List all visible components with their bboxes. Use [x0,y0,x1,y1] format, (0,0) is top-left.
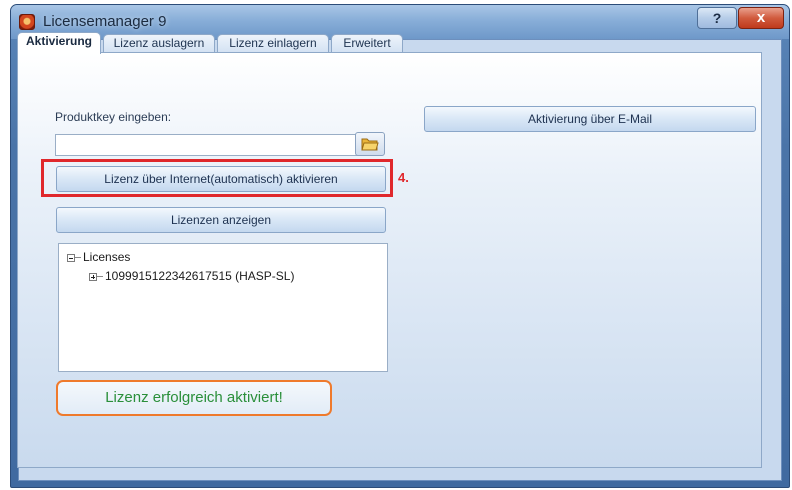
tree-root-label: Licenses [83,250,131,264]
tree-node-license[interactable]: 1099915122342617515 (HASP-SL) [89,269,294,283]
expand-icon[interactable] [89,272,97,281]
show-licenses-button[interactable]: Lizenzen anzeigen [56,207,386,233]
tab-aktivierung[interactable]: Aktivierung [17,32,101,54]
product-key-label: Produktkey eingeben: [55,110,172,124]
help-button[interactable]: ? [697,7,737,29]
collapse-icon[interactable] [67,253,75,262]
tree-connector [97,276,103,278]
window-title: Licensemanager 9 [43,13,167,30]
browse-folder-button[interactable] [355,132,385,156]
tab-erweitert[interactable]: Erweitert [331,34,403,52]
activate-internet-button[interactable]: Lizenz über Internet(automatisch) aktivi… [56,166,386,192]
tab-lizenz-auslagern[interactable]: Lizenz auslagern [103,34,215,52]
product-key-input[interactable] [55,134,363,156]
close-button[interactable]: x [738,7,784,29]
success-message: Lizenz erfolgreich aktiviert! [56,380,332,416]
step-marker: 4. [398,170,409,185]
email-activation-button[interactable]: Aktivierung über E-Mail [424,106,756,132]
app-icon [19,14,35,30]
tree-connector [75,257,81,259]
folder-open-icon [361,138,379,151]
tab-lizenz-einlagern[interactable]: Lizenz einlagern [217,34,329,52]
license-tree[interactable]: Licenses 1099915122342617515 (HASP-SL) [58,243,388,372]
tree-node-licenses[interactable]: Licenses [67,250,130,264]
tree-license-label: 1099915122342617515 (HASP-SL) [105,269,295,283]
